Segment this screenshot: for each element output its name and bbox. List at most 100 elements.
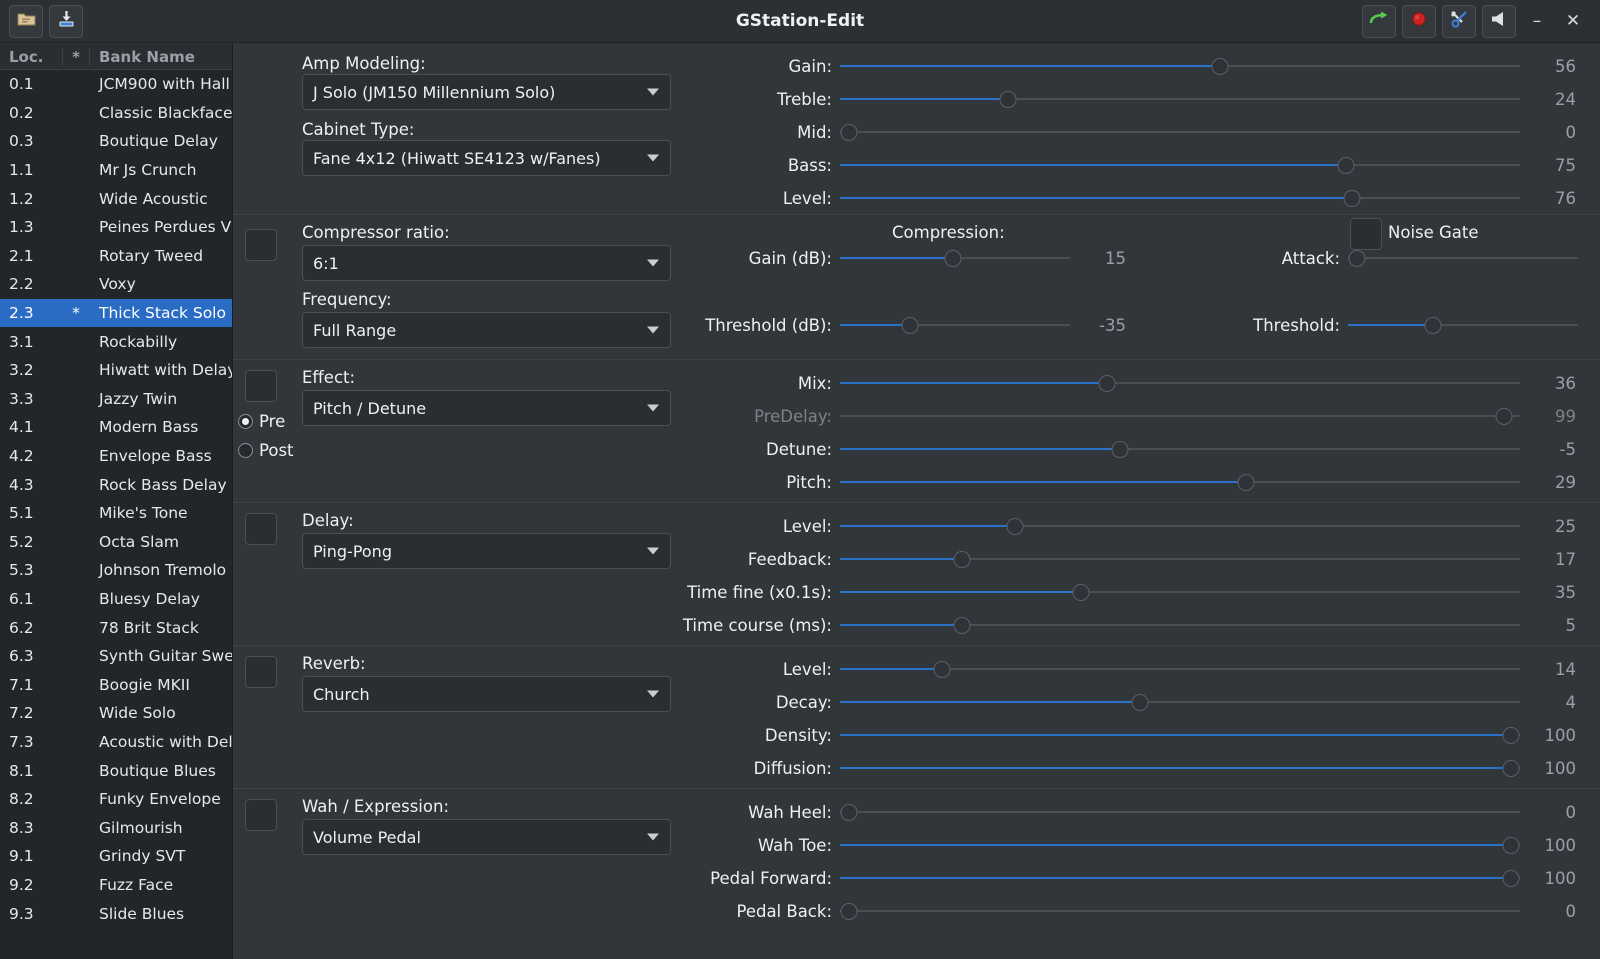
bank-list[interactable]: Loc. * Bank Name 0.1 JCM900 with Hall 0.2 C… [0,44,233,959]
bank-list-row[interactable]: 8.3 Gilmourish [0,813,232,842]
cabinet-type-select[interactable]: Fane 4x12 (Hiwatt SE4123 w/Fanes) [302,140,671,176]
reverb-enable-checkbox[interactable] [245,656,277,688]
slider-knob[interactable] [1237,474,1255,491]
bank-list-row[interactable]: 3.2 Hiwatt with Delay [0,356,232,385]
bank-list-row[interactable]: 2.1 Rotary Tweed [0,242,232,271]
bank-list-row[interactable]: 5.1 Mike's Tone [0,499,232,528]
slider-track[interactable] [840,801,1520,823]
bank-list-row[interactable]: 1.3 Peines Perdues V [0,213,232,242]
bank-list-row[interactable]: 8.2 Funky Envelope [0,785,232,814]
radio-post[interactable]: Post [238,441,294,460]
slider-track[interactable] [840,691,1520,713]
bank-list-row[interactable]: 0.1 JCM900 with Hall [0,70,232,99]
slider-knob[interactable] [1502,837,1520,854]
slider-track[interactable] [1348,314,1578,336]
slider-track[interactable] [840,154,1520,176]
slider-knob[interactable] [1072,584,1090,601]
slider-knob[interactable] [1337,157,1354,174]
bank-list-row[interactable]: 6.3 Synth Guitar Swell [0,642,232,671]
bank-list-row[interactable]: 7.2 Wide Solo [0,699,232,728]
slider-track[interactable] [840,314,1070,336]
bank-list-row[interactable]: 1.1 Mr Js Crunch [0,156,232,185]
minimize-button[interactable]: – [1522,6,1552,36]
slider-knob[interactable] [1211,58,1229,75]
amp-modeling-select[interactable]: J Solo (JM150 Millennium Solo) [302,74,671,110]
slider-knob[interactable] [1006,518,1023,535]
compressor-ratio-select[interactable]: 6:1 [302,245,671,281]
bank-list-row[interactable]: 7.3 Acoustic with Delay [0,728,232,757]
bank-list-row[interactable]: 3.1 Rockabilly [0,327,232,356]
record-button[interactable] [1402,4,1436,38]
slider-knob[interactable] [1502,760,1520,777]
bank-list-row[interactable]: 8.1 Boutique Blues [0,756,232,785]
bank-list-row[interactable]: 9.3 Slide Blues [0,899,232,928]
slider-track[interactable] [840,88,1520,110]
delay-enable-checkbox[interactable] [245,513,277,545]
slider-track[interactable] [840,55,1520,77]
slider-track[interactable] [840,900,1520,922]
slider-track[interactable] [840,438,1520,460]
slider-knob[interactable] [901,317,919,334]
slider-track[interactable] [840,121,1520,143]
slider-knob[interactable] [1098,375,1116,392]
slider-knob[interactable] [953,617,971,634]
slider-track[interactable] [840,372,1520,394]
slider-track[interactable] [840,247,1070,269]
slider-knob[interactable] [999,91,1017,108]
bank-list-row[interactable]: 0.2 Classic Blackface [0,99,232,128]
slider-track[interactable] [840,187,1520,209]
slider-track[interactable] [840,515,1520,537]
slider-track[interactable] [840,867,1520,889]
slider-track[interactable] [840,581,1520,603]
slider-knob[interactable] [840,124,858,141]
bank-list-row[interactable]: 4.3 Rock Bass Delay [0,470,232,499]
save-button[interactable] [49,4,83,38]
slider-track[interactable] [840,471,1520,493]
bank-list-row[interactable]: 1.2 Wide Acoustic [0,184,232,213]
slider-knob[interactable] [1495,408,1513,425]
slider-track[interactable] [840,757,1520,779]
bank-list-row[interactable]: 9.2 Fuzz Face [0,871,232,900]
effect-select[interactable]: Pitch / Detune [302,390,671,426]
settings-button[interactable] [1442,4,1476,38]
compressor-enable-checkbox[interactable] [245,229,277,261]
wah-select[interactable]: Volume Pedal [302,819,671,855]
slider-track[interactable] [1348,247,1578,269]
slider-track[interactable] [840,724,1520,746]
slider-knob[interactable] [953,551,971,568]
bank-list-row[interactable]: 5.3 Johnson Tremolo [0,556,232,585]
bank-list-row[interactable]: 4.1 Modern Bass [0,413,232,442]
noise-gate-enable-checkbox[interactable] [1350,218,1382,250]
slider-knob[interactable] [1348,250,1366,267]
slider-track[interactable] [840,658,1520,680]
slider-track[interactable] [840,405,1520,427]
frequency-select[interactable]: Full Range [302,312,671,348]
bank-list-row[interactable]: 6.2 78 Brit Stack [0,613,232,642]
slider-track[interactable] [840,834,1520,856]
slider-knob[interactable] [1424,317,1442,334]
wah-enable-checkbox[interactable] [245,799,277,831]
slider-knob[interactable] [1502,870,1520,887]
bank-list-row[interactable]: 4.2 Envelope Bass [0,442,232,471]
slider-track[interactable] [840,614,1520,636]
bank-list-row[interactable]: 6.1 Bluesy Delay [0,585,232,614]
slider-knob[interactable] [1131,694,1149,711]
open-button[interactable] [9,4,43,38]
effect-enable-checkbox[interactable] [245,370,277,402]
bank-list-row[interactable]: 9.1 Grindy SVT [0,842,232,871]
bank-list-row[interactable]: 7.1 Boogie MKII [0,670,232,699]
slider-knob[interactable] [944,250,962,267]
close-button[interactable]: ✕ [1558,6,1588,36]
bank-list-row[interactable]: 2.3 * Thick Stack Solo [0,298,232,328]
bank-list-row[interactable]: 0.3 Boutique Delay [0,127,232,156]
reverb-select[interactable]: Church [302,676,671,712]
slider-knob[interactable] [840,903,858,920]
slider-knob[interactable] [1502,727,1520,744]
slider-knob[interactable] [840,804,858,821]
radio-pre[interactable]: Pre [238,412,285,431]
bank-list-row[interactable]: 3.3 Jazzy Twin [0,385,232,414]
slider-knob[interactable] [933,661,951,678]
slider-track[interactable] [840,548,1520,570]
bank-list-row[interactable]: 5.2 Octa Slam [0,528,232,557]
delay-select[interactable]: Ping-Pong [302,533,671,569]
